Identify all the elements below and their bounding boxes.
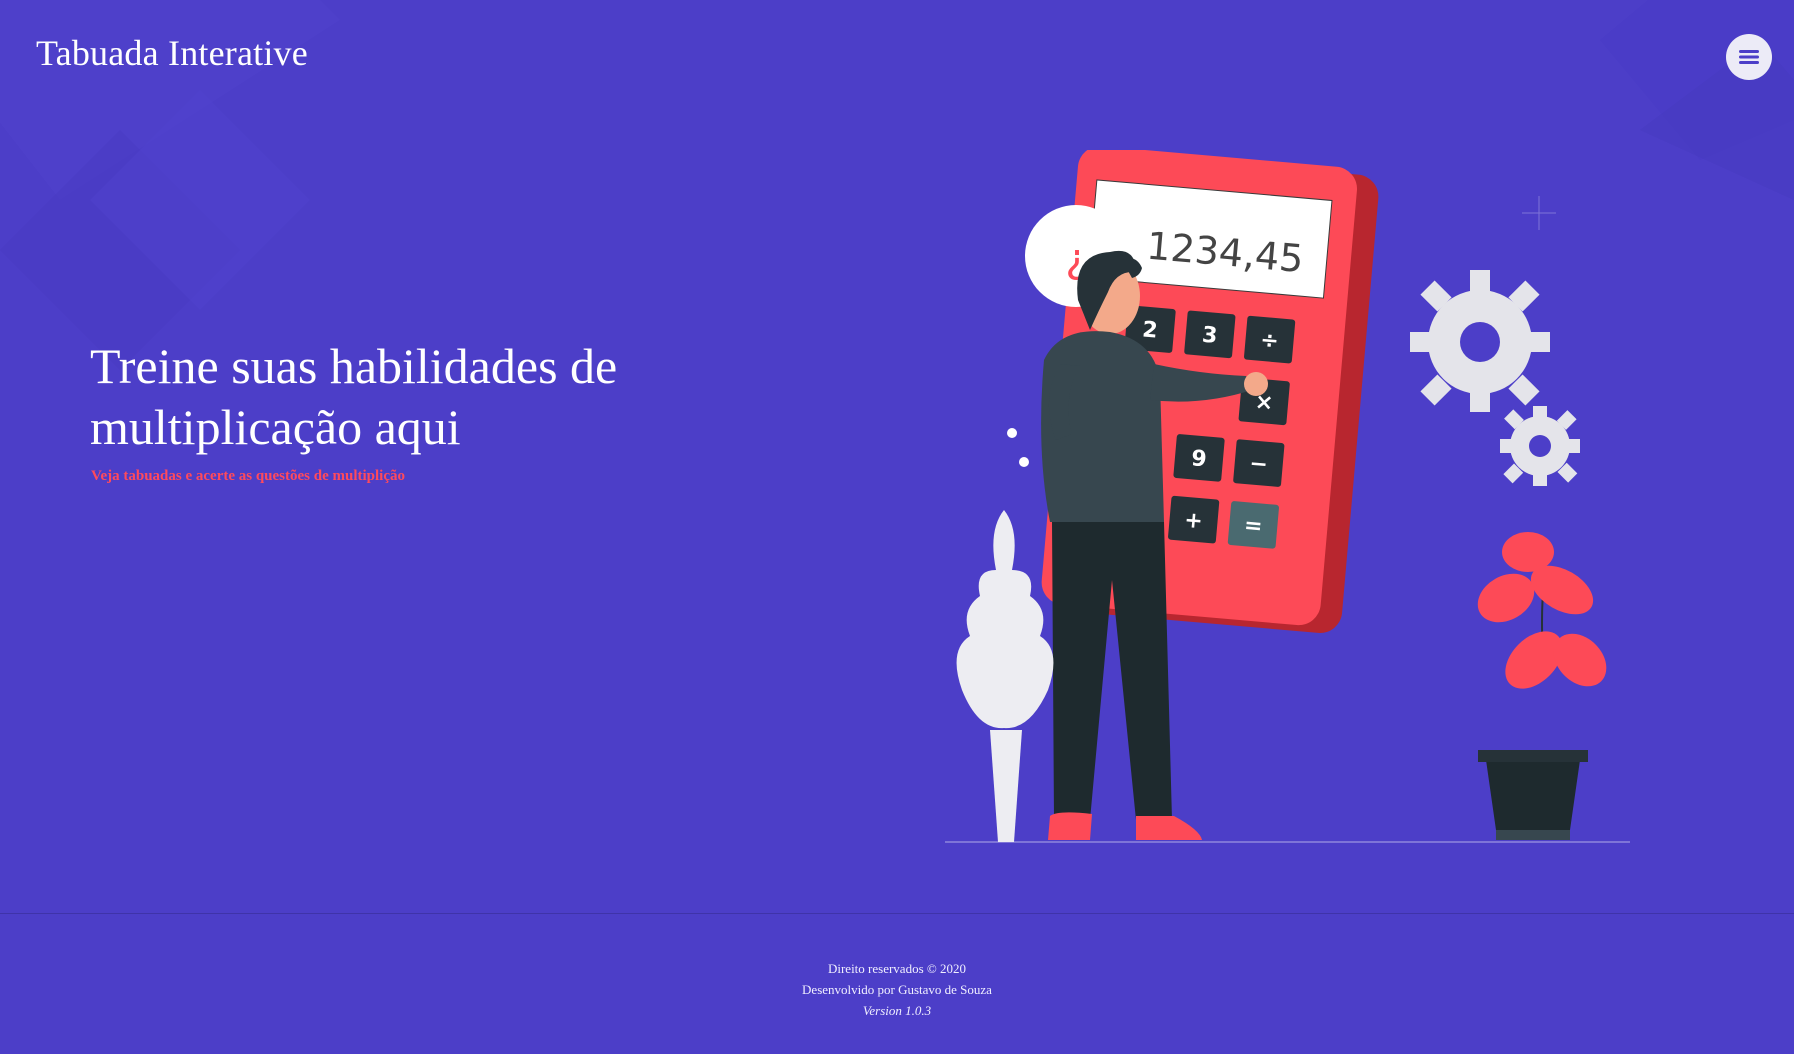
footer-rights: Direito reservados © 2020	[827, 961, 967, 976]
app-title[interactable]: Tabuada Interative	[36, 32, 308, 74]
key-minus: −	[1248, 451, 1269, 478]
hero-subtitle: Veja tabuadas e acerte as questões de mu…	[91, 468, 406, 484]
footer-divider	[0, 913, 1794, 914]
gear-icon	[1410, 270, 1550, 412]
key-9: 9	[1190, 446, 1207, 472]
footer-version: Version 1.0.3	[862, 1003, 932, 1018]
key-3: 3	[1201, 323, 1218, 349]
footer: Direito reservados © 2020 Desenvolvido p…	[0, 958, 1794, 1021]
key-divide: ÷	[1259, 328, 1280, 355]
menu-button[interactable]	[1726, 34, 1772, 80]
hero-title: Treine suas habilidades de multiplicação…	[90, 338, 618, 455]
footer-author: Desenvolvido por Gustavo de Souza	[802, 982, 992, 997]
dot-icon	[1007, 428, 1017, 438]
calculator-illustration: 1234,45 2 3 ÷ × 9 − + = ¿	[945, 150, 1630, 843]
key-plus: +	[1183, 508, 1204, 535]
hamburger-icon	[1739, 50, 1759, 64]
key-2: 2	[1141, 317, 1158, 343]
small-gear-icon	[1500, 406, 1580, 486]
red-plant	[1477, 532, 1607, 840]
dot-icon	[1019, 457, 1029, 467]
white-plant	[956, 510, 1054, 842]
key-equals: =	[1243, 513, 1264, 540]
